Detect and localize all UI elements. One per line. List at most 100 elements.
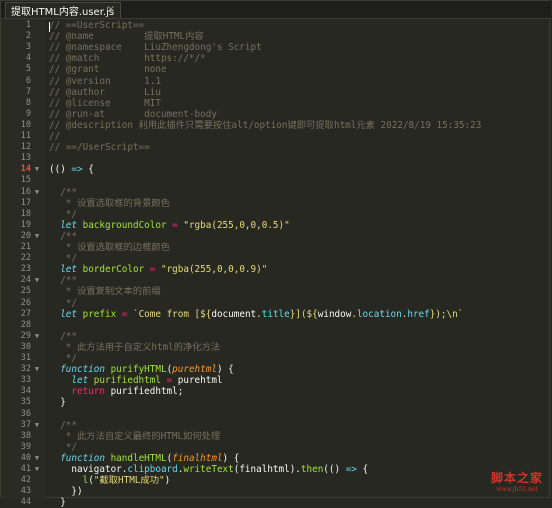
code-line[interactable]: 3 // @namespace LiuZhengdong's Script — [1, 42, 551, 53]
code-token: writeText — [183, 464, 234, 475]
code-text: /** — [49, 331, 77, 342]
fold-arrow-icon[interactable]: ▼ — [32, 187, 42, 198]
line-number: 15 — [20, 175, 31, 186]
code-token: let — [49, 308, 83, 320]
code-line[interactable]: 30 * 此方法用于自定义html的净化方法 — [1, 342, 551, 353]
code-line[interactable]: 31 */ — [1, 353, 551, 364]
line-number: 33 — [20, 375, 31, 386]
code-token: * 设置选取框的边框颜色 — [49, 242, 170, 253]
text-cursor — [49, 22, 50, 32]
code-line[interactable]: 36 — [1, 409, 551, 420]
code-line[interactable]: 39 */ — [1, 442, 551, 453]
code-token: }) — [49, 486, 83, 498]
code-line[interactable]: 16 ▼ /** — [1, 187, 551, 198]
code-line[interactable]: 40 ▼ function handleHTML(finalhtml) { — [1, 453, 551, 464]
code-token: // @license MIT — [49, 97, 161, 109]
code-text: navigator.clipboard.writeText(finalhtml)… — [49, 464, 368, 475]
code-token: handleHTML — [110, 452, 167, 464]
code-text: return purifiedhtml; — [49, 386, 183, 397]
fold-arrow-icon[interactable]: ▼ — [32, 331, 42, 342]
line-number: 18 — [20, 208, 31, 219]
code-line[interactable]: 11 // — [1, 131, 551, 142]
code-token: purehtml — [177, 375, 223, 387]
code-line[interactable]: 12 // ==/UserScript== — [1, 142, 551, 153]
code-line[interactable]: 14 ▼ (() => { — [1, 164, 551, 175]
code-line[interactable]: 8 // @license MIT — [1, 98, 551, 109]
code-line[interactable]: 37 ▼ /** — [1, 420, 551, 431]
code-token: title — [261, 308, 290, 320]
code-line[interactable]: 33 let purifiedhtml = purehtml — [1, 375, 551, 386]
fold-arrow-icon[interactable]: ▼ — [32, 453, 42, 464]
code-line[interactable]: 43 }) — [1, 486, 551, 497]
code-line[interactable]: 21 * 设置选取框的边框颜色 — [1, 242, 551, 253]
code-line[interactable]: 32 ▼ function purifyHTML(purehtml) { — [1, 364, 551, 375]
code-line[interactable]: 24 ▼ /** — [1, 275, 551, 286]
line-number: 27 — [20, 308, 31, 319]
code-token: /** — [49, 230, 77, 242]
code-text: /** — [49, 187, 77, 198]
code-line[interactable]: 6 // @version 1.1 — [1, 76, 551, 87]
code-line[interactable]: 15 — [1, 175, 551, 186]
code-text: */ — [49, 209, 77, 220]
code-token: // — [49, 131, 61, 142]
code-token: (finalhtml). — [233, 464, 301, 475]
code-line[interactable]: 13 — [1, 153, 551, 164]
code-token: return — [49, 386, 111, 398]
code-text: // @license MIT — [49, 98, 161, 109]
code-token: window — [317, 308, 352, 320]
code-line[interactable]: 41 ▼ navigator.clipboard.writeText(finalh… — [1, 464, 551, 475]
code-line[interactable]: 34 return purifiedhtml; — [1, 386, 551, 397]
fold-arrow-icon[interactable]: ▼ — [32, 164, 42, 175]
code-line[interactable]: 2 // @name 提取HTML内容 — [1, 31, 551, 42]
code-token: function — [49, 364, 111, 376]
code-line[interactable]: 35 } — [1, 397, 551, 408]
code-line[interactable]: 10 // @description 利用此插件只需要按住alt/option键即… — [1, 120, 551, 131]
code-token: * 此方法自定义最终的HTML如何处理 — [49, 430, 221, 442]
fold-arrow-icon[interactable]: ▼ — [32, 464, 42, 475]
fold-arrow-icon[interactable]: ▼ — [32, 231, 42, 242]
fold-arrow-icon[interactable]: ▼ — [32, 275, 42, 286]
code-token: // @run-at document-body — [49, 108, 217, 120]
code-line[interactable]: 42 l("截取HTML成功") — [1, 475, 551, 486]
code-line[interactable]: 29 ▼ /** — [1, 331, 551, 342]
fold-arrow-icon[interactable]: ▼ — [32, 364, 42, 375]
code-line[interactable]: 23 let borderColor = "rgba(255,0,0,0.9)" — [1, 264, 551, 275]
code-token: (() — [49, 164, 72, 176]
close-icon[interactable]: × — [107, 4, 115, 15]
code-token: => — [345, 464, 357, 475]
line-number: 36 — [20, 408, 31, 419]
fold-arrow-icon[interactable]: ▼ — [32, 420, 42, 431]
line-number: 44 — [20, 497, 31, 508]
code-line[interactable]: 5 // @grant none — [1, 64, 551, 75]
code-text: } — [49, 397, 66, 408]
code-line[interactable]: 9 // @run-at document-body — [1, 109, 551, 120]
code-token: // ==UserScript== — [49, 20, 145, 31]
code-line[interactable]: 44 } — [1, 497, 551, 508]
code-editor[interactable]: 1 // ==UserScript== 2 // @name 提取HTML内容 3 // … — [1, 19, 551, 508]
code-line[interactable]: 1 // ==UserScript== — [1, 20, 551, 31]
code-text: } — [49, 497, 66, 508]
code-line[interactable]: 18 */ — [1, 209, 551, 220]
line-number: 19 — [20, 219, 31, 230]
code-line[interactable]: 22 */ — [1, 253, 551, 264]
tab-file[interactable]: 提取HTML内容.user.js × — [5, 2, 121, 18]
code-text: // @version 1.1 — [49, 76, 161, 87]
code-text: // ==/UserScript== — [49, 142, 150, 153]
code-line[interactable]: 19 let backgroundColor = "rgba(255,0,0,0… — [1, 220, 551, 231]
code-line[interactable]: 4 // @match https://*/* — [1, 53, 551, 64]
line-number: 40 — [20, 452, 31, 463]
code-token: backgroundColor — [82, 219, 167, 231]
code-line[interactable]: 17 * 设置选取框的背景颜色 — [1, 198, 551, 209]
code-line[interactable]: 38 * 此方法自定义最终的HTML如何处理 — [1, 431, 551, 442]
code-token: location — [356, 308, 402, 320]
code-line[interactable]: 25 * 设置复制文本的前缀 — [1, 286, 551, 297]
line-number: 31 — [20, 353, 31, 363]
code-text: /** — [49, 275, 77, 286]
code-line[interactable]: 7 // @author Liu — [1, 87, 551, 98]
code-line[interactable]: 26 */ — [1, 298, 551, 309]
code-line[interactable]: 28 — [1, 320, 551, 331]
code-line[interactable]: 20 ▼ /** — [1, 231, 551, 242]
line-number: 14 — [20, 164, 31, 175]
code-line[interactable]: 27 let prefix = `Come from [${document.t… — [1, 309, 551, 320]
line-number: 39 — [20, 441, 31, 452]
